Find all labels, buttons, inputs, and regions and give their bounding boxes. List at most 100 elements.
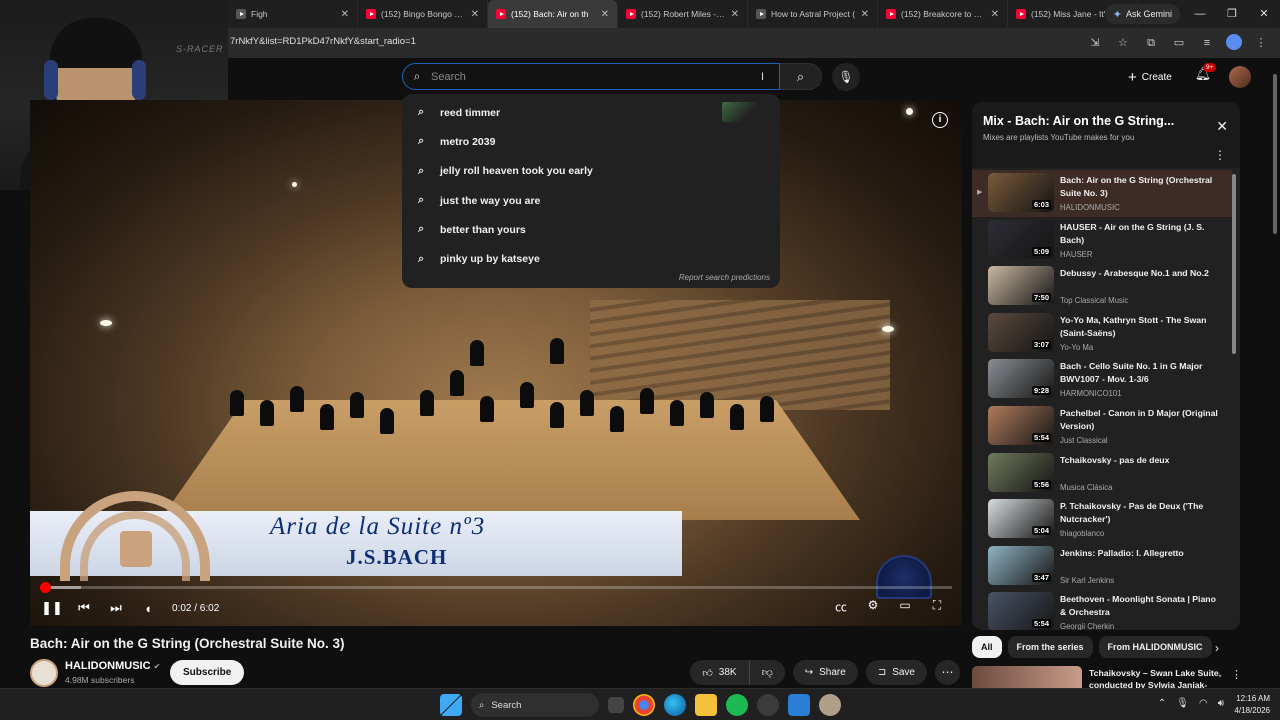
search-suggestion[interactable]: ⌕ jelly roll heaven took you early (402, 157, 780, 186)
browser-tab[interactable]: (152) Bingo Bongo Gan ✕ (358, 0, 488, 28)
mix-item-thumbnail[interactable]: 5:04 (988, 499, 1054, 539)
tab-close-icon[interactable]: ✕ (471, 9, 479, 20)
tab-close-icon[interactable]: ✕ (601, 9, 609, 20)
browser-tab[interactable]: (152) Bach: Air on th ✕ (488, 0, 618, 28)
volume-icon[interactable]: ◖ (132, 601, 164, 616)
app-icon[interactable] (757, 694, 779, 716)
tab-close-icon[interactable]: ✕ (861, 9, 869, 20)
search-box[interactable]: ⌕ I (402, 63, 780, 90)
info-icon[interactable]: i (932, 112, 948, 128)
like-button[interactable]: 👍︎ 38K (690, 660, 750, 685)
browser-tab[interactable]: Figh ✕ (228, 0, 358, 28)
browser-tab[interactable]: How to Astral Project (✕ (748, 0, 878, 28)
mix-menu-icon[interactable]: ⋮ (1214, 148, 1226, 162)
mix-list-item[interactable]: ▶ 6:03 Bach: Air on the G String (Orchestr… (972, 170, 1232, 217)
search-suggestion[interactable]: ⌕ metro 2039 (402, 127, 780, 156)
search-suggestion[interactable]: ⌕ pinky up by katseye (402, 244, 780, 273)
settings-gear-icon[interactable]: ⚙ (862, 598, 884, 615)
fullscreen-icon[interactable]: ⛶ (926, 598, 948, 615)
recommendation-menu-icon[interactable]: ⋮ (1231, 668, 1242, 681)
profile-icon[interactable] (1226, 34, 1242, 50)
mix-item-thumbnail[interactable]: 5:56 (988, 452, 1054, 492)
chrome-menu-icon[interactable]: ⋮ (1252, 34, 1270, 52)
previous-icon[interactable]: ⏮︎ (68, 600, 100, 616)
close-window-icon[interactable]: ✕ (1248, 0, 1280, 28)
edge-icon[interactable] (664, 694, 686, 716)
mix-list-item[interactable]: 9:28 Bach - Cello Suite No. 1 in G Major … (972, 356, 1232, 403)
task-view-icon[interactable] (608, 697, 624, 713)
mix-item-thumbnail[interactable]: 7:50 (988, 266, 1054, 306)
install-icon[interactable]: ⇲ (1086, 34, 1104, 52)
tab-close-icon[interactable]: ✕ (991, 9, 999, 20)
pause-icon[interactable]: ❚❚ (36, 600, 68, 616)
mix-item-thumbnail[interactable]: 3:47 (988, 545, 1054, 585)
mix-item-thumbnail[interactable]: 9:28 (988, 359, 1054, 399)
taskbar-clock[interactable]: 12:16 AM 4/18/2026 (1234, 693, 1270, 717)
progress-bar[interactable] (40, 582, 952, 593)
mix-item-thumbnail[interactable]: 5:09 (988, 219, 1054, 259)
subscribe-button[interactable]: Subscribe (170, 660, 245, 685)
account-avatar[interactable] (1229, 66, 1251, 88)
app-icon[interactable] (788, 694, 810, 716)
bookmark-star-icon[interactable]: ☆ (1114, 34, 1132, 52)
next-icon[interactable]: ⏭︎ (100, 600, 132, 616)
share-button[interactable]: ↪ Share (792, 660, 858, 685)
mix-item-thumbnail[interactable]: 6:03 (988, 173, 1054, 212)
wifi-icon[interactable]: ◠ (1199, 698, 1208, 709)
mix-scrollbar[interactable] (1232, 174, 1236, 354)
mix-list-item[interactable]: 7:50 Debussy - Arabesque No.1 and No.2 Top… (972, 263, 1232, 310)
ask-gemini-button[interactable]: ✦ Ask Gemini (1104, 4, 1180, 24)
speaker-icon[interactable]: 🔊︎ (1218, 698, 1224, 709)
browser-tab[interactable]: (152) Robert Miles - Ch ✕ (618, 0, 748, 28)
search-input[interactable] (431, 70, 761, 83)
mix-list-item[interactable]: 5:09 HAUSER - Air on the G String (J. S. … (972, 217, 1232, 264)
more-actions-button[interactable]: ⋯ (935, 660, 960, 685)
mix-list-item[interactable]: 3:07 Yo-Yo Ma, Kathryn Stott - The Swan (… (972, 310, 1232, 357)
search-suggestion[interactable]: ⌕ just the way you are (402, 186, 780, 215)
page-scrollbar-thumb[interactable] (1273, 74, 1277, 234)
theater-mode-icon[interactable]: ▭ (894, 598, 916, 615)
cast-icon[interactable]: ▭ (1170, 34, 1188, 52)
create-button[interactable]: + Create (1120, 65, 1180, 89)
tab-close-icon[interactable]: ✕ (731, 9, 739, 20)
filter-chip[interactable]: From HALIDONMUSIC (1098, 636, 1212, 658)
report-search-predictions-link[interactable]: Report search predictions (679, 273, 770, 282)
app-icon[interactable] (819, 694, 841, 716)
channel-name-link[interactable]: HALIDONMUSIC ✔ (65, 660, 160, 672)
save-button[interactable]: ⊐ Save (865, 660, 927, 685)
tab-close-icon[interactable]: ✕ (341, 9, 349, 20)
channel-avatar[interactable] (30, 659, 58, 687)
mix-item-thumbnail[interactable]: 5:54 (988, 405, 1054, 445)
search-button[interactable]: ⌕ (780, 63, 822, 90)
file-explorer-icon[interactable] (695, 694, 717, 716)
captions-icon[interactable]: ㏄ (830, 598, 852, 615)
search-suggestion[interactable]: ⌕ better than yours (402, 215, 780, 244)
taskbar-search[interactable]: ⌕ Search (471, 693, 599, 717)
chrome-icon[interactable] (633, 694, 655, 716)
mix-list-item[interactable]: 5:56 Tchaikovsky - pas de deux Musica Clás… (972, 450, 1232, 497)
restore-icon[interactable]: ❐ (1216, 0, 1248, 28)
minimize-icon[interactable]: — (1184, 0, 1216, 28)
filter-chip[interactable]: All (972, 636, 1002, 658)
search-suggestion[interactable]: ⌕ reed timmer (402, 98, 780, 127)
mic-icon[interactable]: 🎙 (1176, 698, 1189, 709)
filter-chip[interactable]: From the series (1007, 636, 1093, 658)
close-icon[interactable]: ✕ (1216, 118, 1228, 135)
media-icon[interactable]: ≡ (1198, 34, 1216, 52)
mix-list-item[interactable]: 5:04 P. Tchaikovsky - Pas de Deux ('The N… (972, 496, 1232, 543)
mix-item-thumbnail[interactable]: 5:54 (988, 592, 1054, 630)
spotify-icon[interactable] (726, 694, 748, 716)
mix-item-thumbnail[interactable]: 3:07 (988, 312, 1054, 352)
chevron-right-icon[interactable]: › (1215, 641, 1219, 655)
windows-start-icon[interactable] (440, 694, 462, 716)
browser-tab[interactable]: (152) Breakcore to Hea ✕ (878, 0, 1008, 28)
mix-title[interactable]: Mix - Bach: Air on the G String... (983, 114, 1174, 128)
chevron-up-icon[interactable]: ⌃ (1158, 698, 1166, 709)
extensions-icon[interactable]: ⧉ (1142, 34, 1160, 52)
mix-list-item[interactable]: 5:54 Pachelbel - Canon in D Major (Origin… (972, 403, 1232, 450)
url-text[interactable]: 7rNkfY&list=RD1PkD47rNkfY&start_radio=1 (230, 36, 416, 47)
mix-list-item[interactable]: 5:54 Beethoven - Moonlight Sonata | Piano… (972, 589, 1232, 630)
voice-search-button[interactable]: 🎙 (832, 63, 860, 91)
mix-list-item[interactable]: 3:47 Jenkins: Palladio: I. Allegretto Sir … (972, 543, 1232, 590)
dislike-button[interactable]: 👎︎ (750, 660, 785, 685)
